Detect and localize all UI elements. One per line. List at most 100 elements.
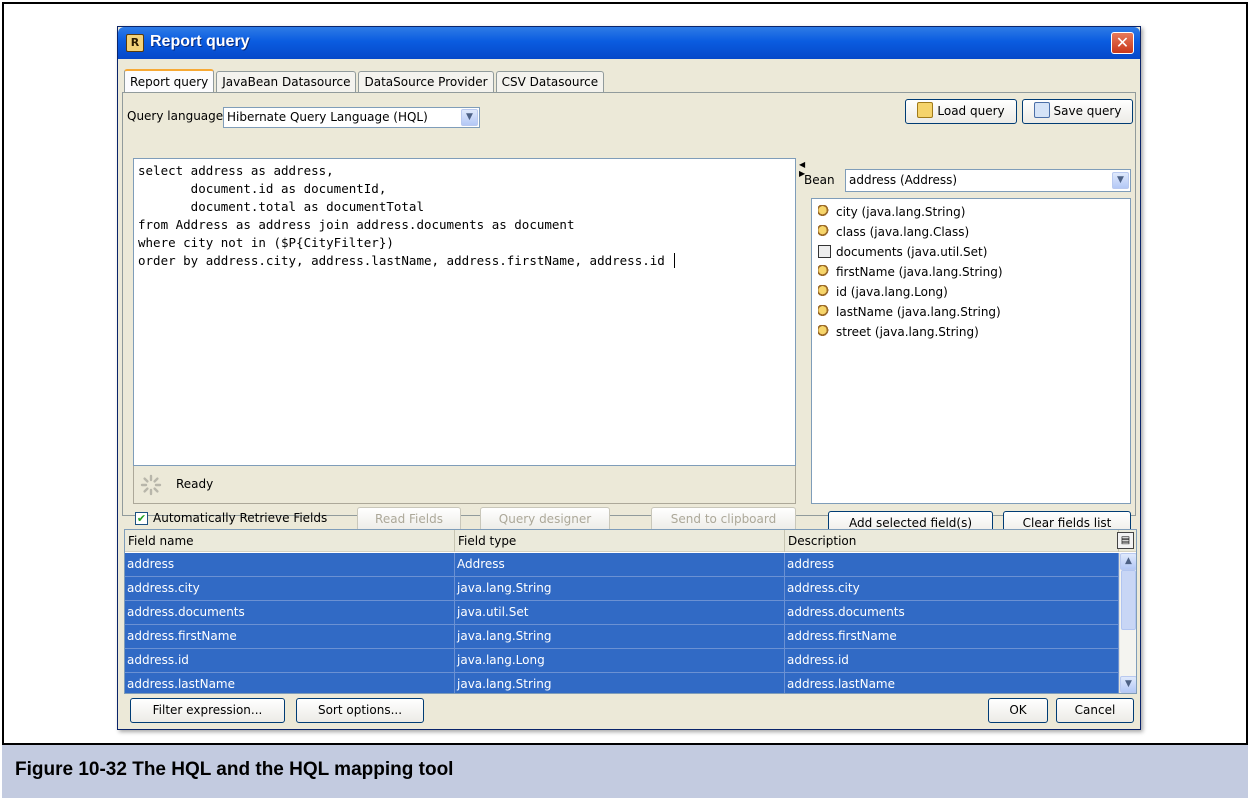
save-icon [1033,102,1050,118]
report-query-dialog: R Report query ✕ Report query JavaBean D… [117,26,1141,730]
scroll-down-icon[interactable]: ▼ [1120,676,1136,693]
ok-button[interactable]: OK [988,698,1048,723]
tab-strip: Report query JavaBean Datasource DataSou… [124,69,606,93]
title-bar[interactable]: R Report query ✕ [118,27,1140,59]
table-row[interactable]: address.city java.lang.String address.ci… [125,577,1119,601]
cell-field-name: address.documents [125,601,455,625]
window-title: Report query [150,33,250,50]
bean-select[interactable]: address (Address) ▼ [845,169,1131,192]
query-language-label: Query language [127,109,224,123]
list-item[interactable]: street (java.lang.String) [818,322,979,342]
cell-field-type: java.lang.String [455,673,785,693]
sort-options-button[interactable]: Sort options... [296,698,424,723]
cell-field-name: address.lastName [125,673,455,693]
field-icon [818,225,831,238]
close-button[interactable]: ✕ [1111,32,1134,54]
auto-retrieve-checkbox[interactable]: ✔ [135,512,148,525]
figure-caption-bar: Figure 10-32 The HQL and the HQL mapping… [2,745,1248,798]
app-icon: R [126,34,144,52]
bean-label: Bean [804,173,835,187]
cell-field-type: java.util.Set [455,601,785,625]
list-item[interactable]: class (java.lang.Class) [818,222,969,242]
cell-description: address.firstName [785,625,1119,649]
field-icon [818,325,831,338]
query-line: where city not in ($P{CityFilter}) [138,235,394,250]
tab-csv-datasource[interactable]: CSV Datasource [495,71,605,93]
field-icon [818,305,831,318]
field-icon [818,285,831,298]
cell-description: address.documents [785,601,1119,625]
list-item[interactable]: city (java.lang.String) [818,202,965,222]
table-row[interactable]: address.lastName java.lang.String addres… [125,673,1119,693]
query-line: select address as address, [138,163,334,178]
figure-caption: Figure 10-32 The HQL and the HQL mapping… [15,759,454,780]
bean-field-label: id (java.lang.Long) [836,285,948,299]
table-row[interactable]: address.documents java.util.Set address.… [125,601,1119,625]
table-row[interactable]: address Address address [125,553,1119,577]
column-header-field-name[interactable]: Field name [125,530,455,552]
spinner-icon [140,474,162,496]
list-item[interactable]: id (java.lang.Long) [818,282,948,302]
cell-field-name: address [125,553,455,577]
table-scrollbar[interactable]: ▲ ▼ [1119,553,1136,693]
cancel-button[interactable]: Cancel [1056,698,1134,723]
query-editor[interactable]: select address as address, document.id a… [133,158,796,466]
column-control-icon[interactable]: ▤ [1117,532,1134,549]
fields-table: Field name Field type Description ▤ addr… [124,529,1137,694]
auto-retrieve-label[interactable]: Automatically Retrieve Fields [153,511,327,525]
scroll-up-icon[interactable]: ▲ [1120,553,1136,570]
bean-field-label: street (java.lang.String) [836,325,979,339]
field-icon [818,265,831,278]
query-language-value: Hibernate Query Language (HQL) [227,110,428,124]
bean-field-label: city (java.lang.String) [836,205,966,219]
cell-description: address.lastName [785,673,1119,693]
query-line: document.total as documentTotal [138,199,424,214]
query-line: document.id as documentId, [138,181,387,196]
report-query-panel: Query language Hibernate Query Language … [122,92,1136,536]
bean-value: address (Address) [849,173,958,187]
status-text: Ready [176,477,214,491]
bean-field-list: city (java.lang.String) class (java.lang… [811,198,1131,504]
table-row[interactable]: address.firstName java.lang.String addre… [125,625,1119,649]
cell-description: address [785,553,1119,577]
query-line: order by address.city, address.lastName,… [138,253,673,268]
cell-field-type: Address [455,553,785,577]
scroll-thumb[interactable] [1121,570,1136,630]
save-query-label: Save query [1053,104,1122,118]
save-query-button[interactable]: Save query [1022,99,1133,124]
cell-field-name: address.id [125,649,455,673]
query-language-select[interactable]: Hibernate Query Language (HQL) ▼ [223,107,480,128]
column-header-field-type[interactable]: Field type [455,530,785,552]
tab-javabean-datasource[interactable]: JavaBean Datasource [216,71,357,93]
list-item[interactable]: firstName (java.lang.String) [818,262,1003,282]
bean-field-label: class (java.lang.Class) [836,225,970,239]
chevron-down-icon[interactable]: ▼ [1112,172,1129,189]
cell-field-name: address.city [125,577,455,601]
cell-description: address.city [785,577,1119,601]
status-bar: Ready [133,466,796,504]
bean-field-label: firstName (java.lang.String) [836,265,1003,279]
cell-field-type: java.lang.String [455,577,785,601]
filter-expression-button[interactable]: Filter expression... [130,698,285,723]
query-line: from Address as address join address.doc… [138,217,575,232]
field-icon [818,205,831,218]
tab-report-query[interactable]: Report query [124,69,215,93]
bean-field-label: documents (java.util.Set) [836,245,988,259]
column-header-description[interactable]: Description [785,530,1119,552]
load-query-button[interactable]: Load query [905,99,1017,124]
text-caret [674,253,676,268]
cell-field-type: java.lang.Long [455,649,785,673]
tab-datasource-provider[interactable]: DataSource Provider [358,71,494,93]
load-query-label: Load query [937,104,1005,118]
folder-icon [917,102,934,118]
chevron-down-icon[interactable]: ▼ [461,109,478,126]
cell-description: address.id [785,649,1119,673]
bean-field-label: lastName (java.lang.String) [836,305,1001,319]
list-item[interactable]: documents (java.util.Set) [818,242,987,262]
list-item[interactable]: lastName (java.lang.String) [818,302,1001,322]
table-header: Field name Field type Description ▤ [125,530,1136,552]
cell-field-type: java.lang.String [455,625,785,649]
cell-field-name: address.firstName [125,625,455,649]
collection-icon [818,245,831,258]
table-row[interactable]: address.id java.lang.Long address.id [125,649,1119,673]
